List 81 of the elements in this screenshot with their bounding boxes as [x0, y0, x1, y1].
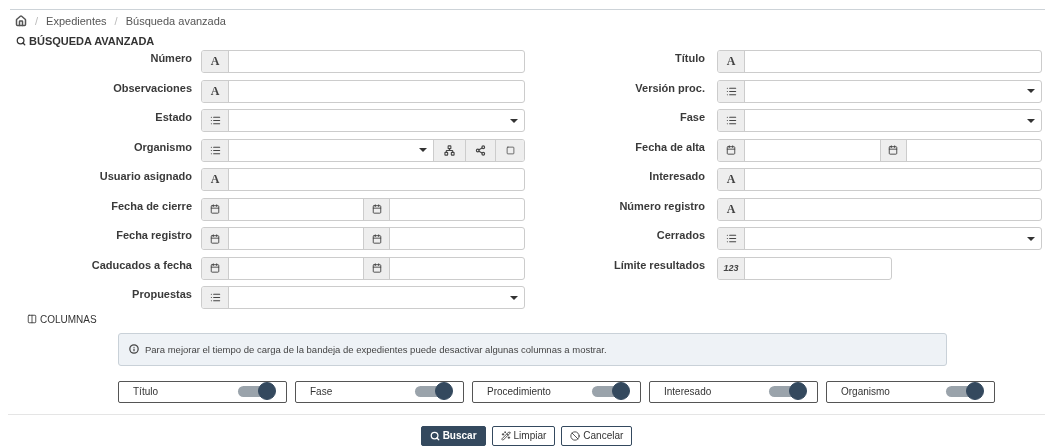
text-field[interactable]: A — [717, 168, 1042, 191]
toggle-label: Organismo — [841, 386, 890, 397]
select-field[interactable] — [201, 109, 525, 132]
info-text: Para mejorar el tiempo de carga de la bandeja de expedientes puede desactivar algunas columnas a mostrar. — [145, 343, 607, 355]
hierarchy-icon — [444, 144, 455, 156]
calendar-icon — [371, 263, 382, 273]
search-icon — [429, 430, 440, 441]
field-label: Fecha de cierre — [110, 198, 192, 212]
select-field[interactable] — [717, 79, 1042, 103]
field-label: Título — [674, 51, 705, 64]
calendar-icon — [210, 263, 220, 273]
share-icon — [475, 144, 486, 156]
select-field[interactable] — [201, 286, 525, 309]
list-icon — [725, 233, 737, 244]
field-label: Número registro — [618, 198, 705, 212]
section-title: COLUMNAS — [40, 313, 97, 325]
field-label: Usuario asignado — [98, 169, 192, 182]
action-button[interactable]: Limpiar — [491, 425, 556, 446]
field-label: Caducados a fecha — [90, 257, 192, 271]
search-icon — [16, 36, 26, 46]
column-toggle[interactable]: Interesado — [649, 380, 818, 403]
column-toggle[interactable]: Título — [118, 380, 287, 403]
date-range-field[interactable] — [201, 197, 525, 221]
breadcrumb-link[interactable]: Búsqueda avanzada — [125, 15, 226, 27]
field-label: Fase — [678, 110, 705, 123]
square-icon — [505, 145, 515, 155]
columns-icon — [27, 314, 37, 324]
toggle-label: Interesado — [664, 386, 712, 397]
text-field[interactable]: A — [717, 50, 1042, 73]
column-toggle[interactable]: Procedimiento — [472, 380, 641, 403]
hierarchy-button[interactable] — [433, 139, 465, 161]
list-icon — [209, 115, 221, 126]
field-label: Límite resultados — [612, 257, 705, 271]
date-range-field[interactable] — [201, 256, 525, 280]
select-field[interactable] — [201, 138, 525, 162]
field-label: Organismo — [132, 139, 192, 153]
calendar-icon — [371, 233, 382, 244]
text-field[interactable]: A — [201, 50, 525, 73]
list-icon — [725, 85, 737, 97]
field-label: Fecha de alta — [634, 139, 705, 153]
column-toggle[interactable]: Fase — [295, 380, 464, 403]
calendar-icon — [888, 145, 898, 155]
calendar-icon — [371, 204, 382, 214]
list-icon — [209, 292, 221, 303]
column-toggle[interactable]: Organismo — [826, 380, 995, 403]
breadcrumb-separator: / — [114, 15, 118, 27]
field-label: Observaciones — [112, 80, 192, 94]
text-field[interactable]: A — [717, 197, 1042, 221]
field-label: Estado — [154, 110, 192, 123]
calendar-icon — [726, 145, 736, 155]
field-label: Interesado — [648, 169, 705, 182]
number-field[interactable]: 123 — [717, 256, 892, 280]
select-field[interactable] — [717, 227, 1042, 250]
breadcrumb-link[interactable]: Expedientes — [46, 15, 107, 27]
share-button[interactable] — [465, 139, 495, 161]
field-label: Fecha registro — [115, 228, 192, 241]
checkbox-button[interactable] — [495, 139, 524, 161]
text-field[interactable]: A — [201, 168, 525, 191]
ban-icon — [570, 430, 581, 441]
toggle-label: Procedimiento — [487, 386, 551, 397]
field-label: Cerrados — [655, 228, 705, 241]
section-title: BÚSQUEDA AVANZADA — [29, 35, 155, 47]
field-label: Versión proc. — [634, 80, 705, 94]
date-range-field[interactable] — [201, 227, 525, 250]
text-field[interactable]: A — [201, 79, 525, 103]
toggle-label: Título — [133, 386, 158, 397]
date-range-field[interactable] — [717, 138, 1042, 162]
field-label: Propuestas — [131, 287, 192, 300]
field-label: Número — [149, 51, 192, 64]
select-field[interactable] — [717, 109, 1042, 132]
calendar-icon — [210, 233, 220, 244]
list-icon — [725, 115, 737, 126]
info-icon — [129, 344, 139, 354]
home-icon[interactable] — [15, 15, 27, 27]
calendar-icon — [210, 204, 220, 214]
toggle-label: Fase — [310, 386, 333, 397]
action-button[interactable]: Buscar — [420, 425, 486, 446]
list-icon — [209, 144, 221, 156]
breadcrumb-separator: / — [35, 15, 39, 27]
wand-icon — [500, 430, 511, 441]
action-button[interactable]: Cancelar — [561, 425, 633, 446]
